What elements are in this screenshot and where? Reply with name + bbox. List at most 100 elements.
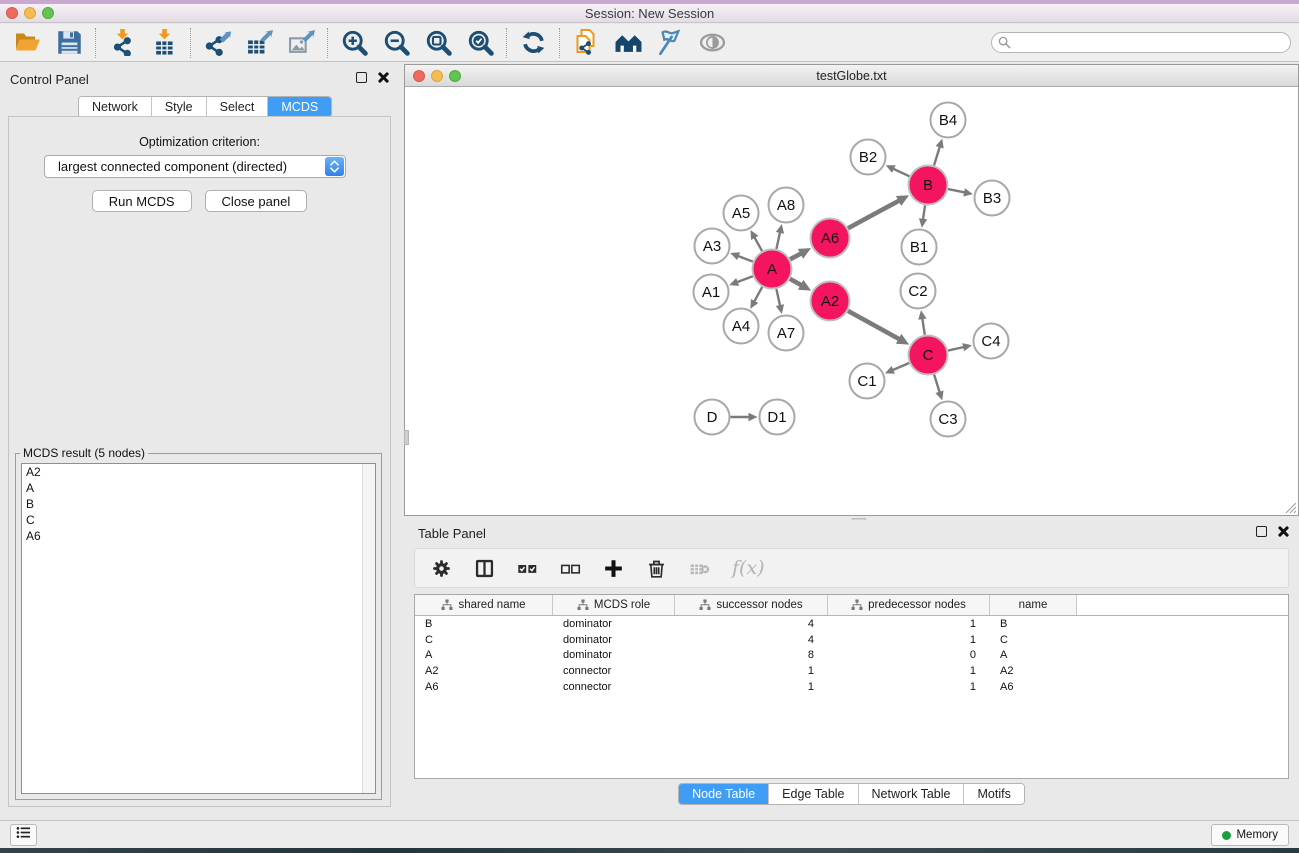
table-row[interactable]: Cdominator41C xyxy=(415,632,1288,648)
mcds-result-item[interactable]: A2 xyxy=(22,464,375,480)
table-row[interactable]: A6connector11A6 xyxy=(415,679,1288,695)
tab-style[interactable]: Style xyxy=(152,97,207,117)
select-all-icon[interactable] xyxy=(517,558,538,579)
trash-icon[interactable] xyxy=(646,558,667,579)
tab-network-table[interactable]: Network Table xyxy=(859,784,965,804)
table-panel-title: Table Panel xyxy=(418,526,486,541)
list-icon xyxy=(16,826,31,844)
home-icon[interactable] xyxy=(609,27,647,59)
export-image-icon[interactable] xyxy=(282,27,320,59)
table-cell: 1 xyxy=(828,632,990,648)
svg-text:A3: A3 xyxy=(703,238,721,255)
svg-text:B1: B1 xyxy=(910,239,928,256)
mcds-list-scrollbar[interactable] xyxy=(362,464,375,793)
column-header-predecessor-nodes[interactable]: predecessor nodes xyxy=(828,595,990,615)
criterion-select[interactable]: largest connected component (directed) xyxy=(44,155,346,178)
import-network-icon[interactable] xyxy=(103,27,141,59)
table-cell: 1 xyxy=(675,663,828,679)
toolbar-separator xyxy=(327,28,328,58)
table-cell: connector xyxy=(553,663,675,679)
add-column-icon[interactable] xyxy=(603,558,624,579)
tab-motifs[interactable]: Motifs xyxy=(964,784,1023,804)
toolbar-separator xyxy=(95,28,96,58)
svg-text:A8: A8 xyxy=(777,197,795,214)
zoom-selected-icon[interactable] xyxy=(461,27,499,59)
table-toolbar: f(x) xyxy=(414,548,1289,588)
network-window-titlebar[interactable]: testGlobe.txt xyxy=(405,65,1298,87)
svg-text:D: D xyxy=(707,409,718,426)
column-header-name[interactable]: name xyxy=(990,595,1077,615)
toolbar-separator xyxy=(190,28,191,58)
search-icon xyxy=(998,36,1011,49)
export-table-icon[interactable] xyxy=(240,27,278,59)
open-icon[interactable] xyxy=(8,27,46,59)
svg-text:C1: C1 xyxy=(857,373,876,390)
columns-icon[interactable] xyxy=(474,558,495,579)
control-panel-tabs: NetworkStyleSelectMCDS xyxy=(78,96,332,118)
table-close-icon[interactable] xyxy=(1277,525,1289,537)
table-panel: Table Panel f(x) shared nameMCDS rolesuc… xyxy=(404,520,1299,815)
svg-text:B3: B3 xyxy=(983,190,1001,207)
svg-text:A4: A4 xyxy=(732,318,750,335)
table-cell: 4 xyxy=(675,632,828,648)
save-icon[interactable] xyxy=(50,27,88,59)
tree-icon xyxy=(577,599,589,611)
column-header-successor-nodes[interactable]: successor nodes xyxy=(675,595,828,615)
export-network-icon[interactable] xyxy=(198,27,236,59)
tab-network[interactable]: Network xyxy=(79,97,152,117)
table-cell: 1 xyxy=(675,679,828,695)
table-cell: 4 xyxy=(675,616,828,632)
close-panel-button[interactable]: Close panel xyxy=(205,190,308,212)
mcds-result-item[interactable]: B xyxy=(22,496,375,512)
table-cell: dominator xyxy=(553,632,675,648)
mcds-result-item[interactable]: A6 xyxy=(22,528,375,544)
table-cell: B xyxy=(415,616,553,632)
zoom-out-icon[interactable] xyxy=(377,27,415,59)
float-panel-icon[interactable] xyxy=(356,72,367,83)
table-cell: 0 xyxy=(828,648,990,664)
toolbar-separator xyxy=(506,28,507,58)
run-mcds-button[interactable]: Run MCDS xyxy=(92,190,192,212)
refresh-icon[interactable] xyxy=(514,27,552,59)
import-table-icon[interactable] xyxy=(145,27,183,59)
table-row[interactable]: Bdominator41B xyxy=(415,616,1288,632)
mcds-result-item[interactable]: A xyxy=(22,480,375,496)
column-header-shared-name[interactable]: shared name xyxy=(415,595,553,615)
svg-text:B4: B4 xyxy=(939,112,957,129)
splitter-handle-left[interactable] xyxy=(404,430,409,445)
svg-text:A5: A5 xyxy=(732,205,750,222)
svg-text:A1: A1 xyxy=(702,284,720,301)
mcds-result-title: MCDS result (5 nodes) xyxy=(20,446,148,460)
mcds-result-list[interactable]: A2ABCA6 xyxy=(21,463,376,794)
zoom-fit-icon[interactable] xyxy=(419,27,457,59)
unselect-all-icon[interactable] xyxy=(560,558,581,579)
tab-edge-table[interactable]: Edge Table xyxy=(769,784,858,804)
table-row[interactable]: A2connector11A2 xyxy=(415,663,1288,679)
eye-icon[interactable] xyxy=(693,27,731,59)
gear-icon[interactable] xyxy=(431,558,452,579)
table-row[interactable]: Adominator80A xyxy=(415,648,1288,664)
tab-mcds[interactable]: MCDS xyxy=(268,97,331,117)
task-history-button[interactable] xyxy=(10,824,37,846)
status-bar: Memory xyxy=(0,820,1299,848)
memory-button[interactable]: Memory xyxy=(1211,824,1289,846)
table-float-icon[interactable] xyxy=(1256,526,1267,537)
vizmap-icon[interactable] xyxy=(651,27,689,59)
network-canvas[interactable]: B4B2BB3B1A5A8A6A3AA1A2C2A4A7C4CC1C3DD1 xyxy=(405,87,1298,515)
tab-select[interactable]: Select xyxy=(207,97,269,117)
zoom-in-icon[interactable] xyxy=(335,27,373,59)
mcds-result-group: MCDS result (5 nodes) A2ABCA6 xyxy=(15,453,382,800)
resize-grip-icon[interactable] xyxy=(1283,500,1297,514)
mcds-result-item[interactable]: C xyxy=(22,512,375,528)
column-header-MCDS-role[interactable]: MCDS role xyxy=(553,595,675,615)
svg-text:C4: C4 xyxy=(981,333,1000,350)
right-column: testGlobe.txt B4B2BB3B1A5A8A6A3AA1A2C2A4… xyxy=(404,62,1299,820)
node-table[interactable]: shared nameMCDS rolesuccessor nodesprede… xyxy=(414,594,1289,779)
tab-node-table[interactable]: Node Table xyxy=(679,784,769,804)
duplicate-network-icon[interactable] xyxy=(567,27,605,59)
close-panel-icon[interactable] xyxy=(377,71,389,83)
table-cell: 1 xyxy=(828,616,990,632)
search-input[interactable] xyxy=(991,32,1291,53)
select-stepper-icon xyxy=(325,157,344,176)
toolbar-separator xyxy=(559,28,560,58)
